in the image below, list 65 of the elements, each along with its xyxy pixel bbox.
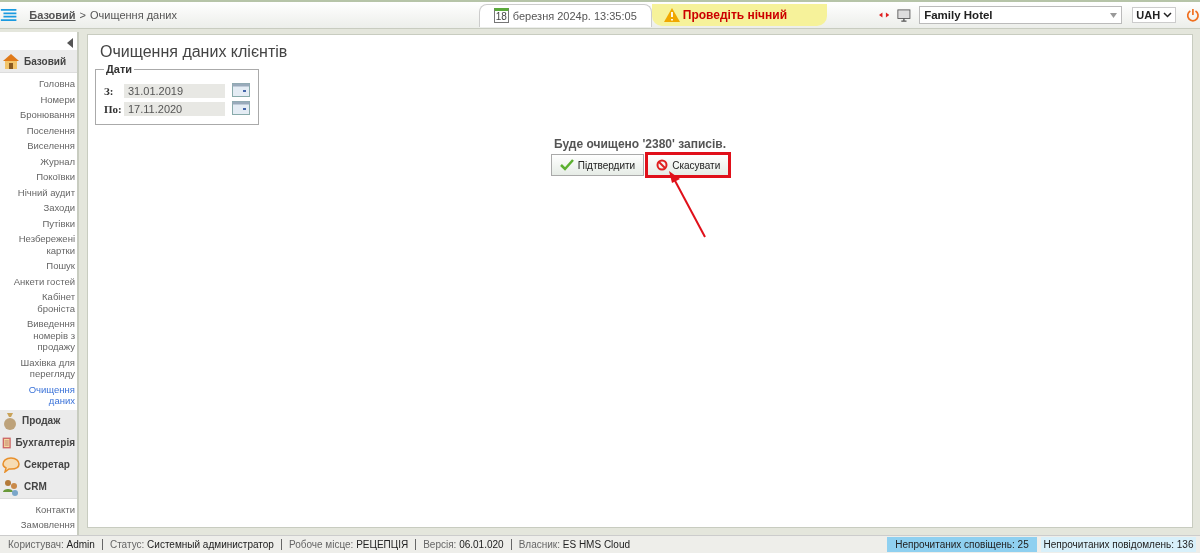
sidebar-item[interactable]: Анкети гостей (0, 273, 77, 289)
calendar-day: 18 (493, 8, 509, 23)
breadcrumb-separator: > (79, 9, 87, 21)
confirmation-message: Буде очищено '2380' записів. (552, 137, 728, 151)
field-label: З: (104, 85, 115, 97)
chat-bubble-icon (2, 456, 20, 473)
sidebar-section[interactable]: Бухгалтерія (0, 431, 77, 454)
sidebar-item[interactable]: Пошук (0, 258, 77, 274)
sidebar-item[interactable]: Поселення (0, 122, 77, 138)
notification-counter[interactable]: Непрочитаних повідомлень: 136 (1041, 537, 1196, 552)
checkmark-icon (559, 159, 574, 171)
sidebar-item[interactable]: Виведення номерів з продажу (0, 316, 77, 355)
sidebar-section[interactable]: Секретар (0, 453, 77, 476)
sidebar-item[interactable]: Нічний аудит (0, 184, 77, 200)
sidebar-item[interactable]: Кабінет броніста (0, 289, 77, 316)
sidebar-item[interactable]: Шахівка для перегляду (0, 354, 77, 382)
menu-icon[interactable] (0, 7, 18, 23)
sidebar-item[interactable]: Незбережені картки (0, 231, 77, 258)
night-audit-alert[interactable]: Проведіть нічний (651, 4, 828, 26)
hotel-select[interactable]: Family Hotel (919, 6, 1123, 24)
sidebar-item[interactable]: Контакти (0, 501, 77, 517)
group-legend: Дати (104, 63, 135, 75)
sidebar-item[interactable]: Очищення даних (0, 381, 77, 409)
sidebar-item[interactable]: Головна (0, 76, 77, 92)
sidebar-section[interactable]: Продаж (0, 409, 77, 432)
date-time: березня 2024р. 13:35:05 (512, 9, 637, 22)
dropdown-icon (1110, 12, 1118, 18)
money-bag-icon (2, 411, 18, 430)
power-icon[interactable] (1186, 7, 1200, 23)
date-field[interactable]: 17.11.2020 (124, 102, 225, 116)
date-field[interactable]: 31.01.2019 (124, 84, 225, 98)
currency-select[interactable]: UAH (1132, 7, 1177, 23)
sidebar-section[interactable]: CRM (0, 475, 77, 499)
calendar-icon[interactable] (232, 101, 250, 115)
breadcrumb-current: Очищення даних (90, 9, 177, 21)
page-title: Очищення даних клієнтів (100, 43, 289, 61)
annotation-arrow (668, 171, 708, 238)
sidebar-section[interactable]: Базовий (0, 50, 77, 73)
prohibited-icon (656, 159, 669, 171)
cancel-button[interactable]: Скасувати (647, 154, 730, 176)
status-text: Власник: ES HMS Cloud (510, 539, 630, 550)
sidebar-item[interactable]: Бронювання (0, 107, 77, 123)
status-text: Версія: 06.01.020 (415, 539, 504, 550)
warning-icon (663, 8, 680, 22)
field-label: По: (104, 103, 121, 115)
notification-counter[interactable]: Непрочитаних сповіщень: 25 (887, 537, 1037, 552)
status-text: Статус: Системный администратор (101, 539, 274, 550)
sidebar-item[interactable]: Замовлення (0, 517, 77, 533)
confirm-button[interactable]: Підтвердити (550, 154, 645, 176)
swap-arrows-icon[interactable] (879, 11, 890, 19)
people-icon (2, 477, 20, 496)
status-text: Користувач: Admin (8, 539, 95, 550)
sidebar-item[interactable]: Заходи (0, 200, 77, 216)
sidebar-item[interactable]: Журнал (0, 153, 77, 169)
status-text: Робоче місце: РЕЦЕПЦІЯ (280, 539, 409, 550)
sidebar-item[interactable]: Номери (0, 91, 77, 107)
house-icon (2, 53, 20, 69)
collapse-icon[interactable] (67, 38, 73, 48)
sidebar-item[interactable]: Виселення (0, 138, 77, 154)
breadcrumb-link[interactable]: Базовий (29, 9, 76, 21)
chevron-icon (1163, 12, 1173, 18)
sidebar-item[interactable]: Путівки (0, 215, 77, 231)
calendar-icon[interactable] (232, 83, 250, 97)
sidebar-item[interactable]: Покоївки (0, 169, 77, 185)
monitor-icon[interactable] (897, 7, 912, 23)
